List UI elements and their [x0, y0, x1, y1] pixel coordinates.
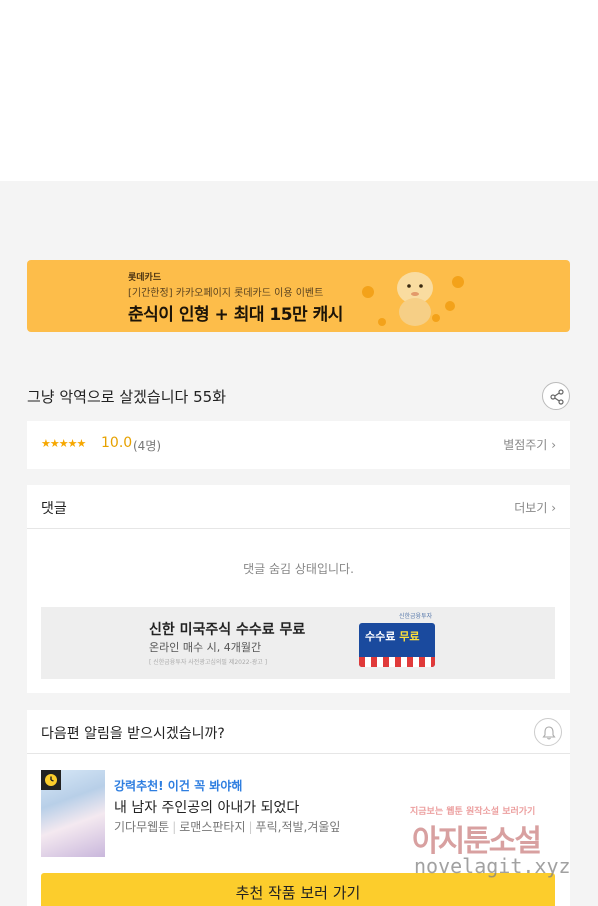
notify-question: 다음편 알림을 받으시겠습니까?: [41, 726, 225, 742]
rate-button[interactable]: 별점주기 ›: [503, 436, 556, 453]
banner-headline: 춘식이 인형 + 최대 15만 캐시: [128, 305, 343, 325]
comment-section: 댓글 더보기 › 댓글 숨김 상태입니다. 신한 미국주식 수수료 무료 온라인…: [27, 485, 570, 693]
episode-title-row: 그냥 악역으로 살겠습니다 55화: [27, 380, 570, 412]
recommendation-tag: 강력추천! 이건 꼭 봐야해: [114, 779, 243, 793]
meta-genre: 로맨스판타지: [179, 820, 246, 834]
rating-card: ★★★★★ 10.0 (4명) 별점주기 ›: [27, 421, 570, 469]
share-button[interactable]: [542, 382, 570, 410]
meta-authors: 푸릭,적발,겨울잎: [255, 820, 341, 834]
banner-subtitle: [기간한정] 카카오페이지 롯데카드 이용 이벤트: [128, 288, 324, 299]
choonsik-character-illustration: [362, 272, 464, 326]
ad-placeholder-blank: [0, 0, 598, 181]
chevron-right-icon: ›: [551, 438, 556, 452]
notify-header: 다음편 알림을 받으시겠습니까?: [27, 710, 570, 754]
recommended-meta: 기다무웹툰 | 로맨스판타지 | 푸릭,적발,겨울잎: [114, 820, 341, 834]
ad-fine-print: [ 신한금융투자 사전광고심의필 제2022-광고 ]: [149, 659, 268, 666]
meta-category: 기다무웹툰: [114, 820, 170, 834]
ad-title: 신한 미국주식 수수료 무료: [149, 622, 306, 638]
recommended-thumbnail: [41, 770, 105, 857]
lotte-card-event-banner[interactable]: 롯데카드 [기간한정] 카카오페이지 롯데카드 이용 이벤트 춘식이 인형 + …: [27, 260, 570, 332]
rating-stars: ★★★★★: [41, 437, 86, 450]
ad-brand: 신한금융투자: [399, 613, 433, 620]
comment-title: 댓글: [41, 501, 67, 517]
banner-brand: 롯데카드: [128, 273, 162, 283]
shinhan-ad-banner[interactable]: 신한 미국주식 수수료 무료 온라인 매수 시, 4개월간 [ 신한금융투자 사…: [41, 607, 555, 679]
more-label: 더보기: [514, 501, 548, 515]
recommended-title: 내 남자 주인공의 아내가 되었다: [114, 800, 300, 816]
comments-hidden-message: 댓글 숨김 상태입니다.: [243, 562, 354, 576]
notify-bell-button[interactable]: [534, 718, 562, 746]
clock-icon: [45, 774, 57, 786]
bell-icon: [542, 726, 556, 740]
watermark-url: novelagit.xyz: [414, 854, 571, 878]
rate-button-label: 별점주기: [503, 438, 548, 452]
comment-header: 댓글 더보기 ›: [27, 485, 570, 529]
rating-count: (4명): [133, 439, 162, 453]
site-watermark: 지금보는 웹툰 원작소설 보러가기 아지툰소설 novelagit.xyz: [410, 804, 590, 884]
ad-subtitle: 온라인 매수 시, 4개월간: [149, 641, 262, 654]
comment-more-button[interactable]: 더보기 ›: [514, 499, 556, 516]
episode-title: 그냥 악역으로 살겠습니다 55화: [27, 388, 226, 406]
us-flag-stripes: [359, 657, 435, 667]
chevron-right-icon: ›: [551, 501, 556, 515]
share-icon: [550, 389, 564, 405]
ad-badge-text: 수수료 무료: [365, 630, 420, 643]
ad-badge: 수수료 무료: [359, 623, 435, 667]
rating-value: 10.0: [101, 435, 133, 451]
wait-free-badge: [41, 770, 61, 790]
